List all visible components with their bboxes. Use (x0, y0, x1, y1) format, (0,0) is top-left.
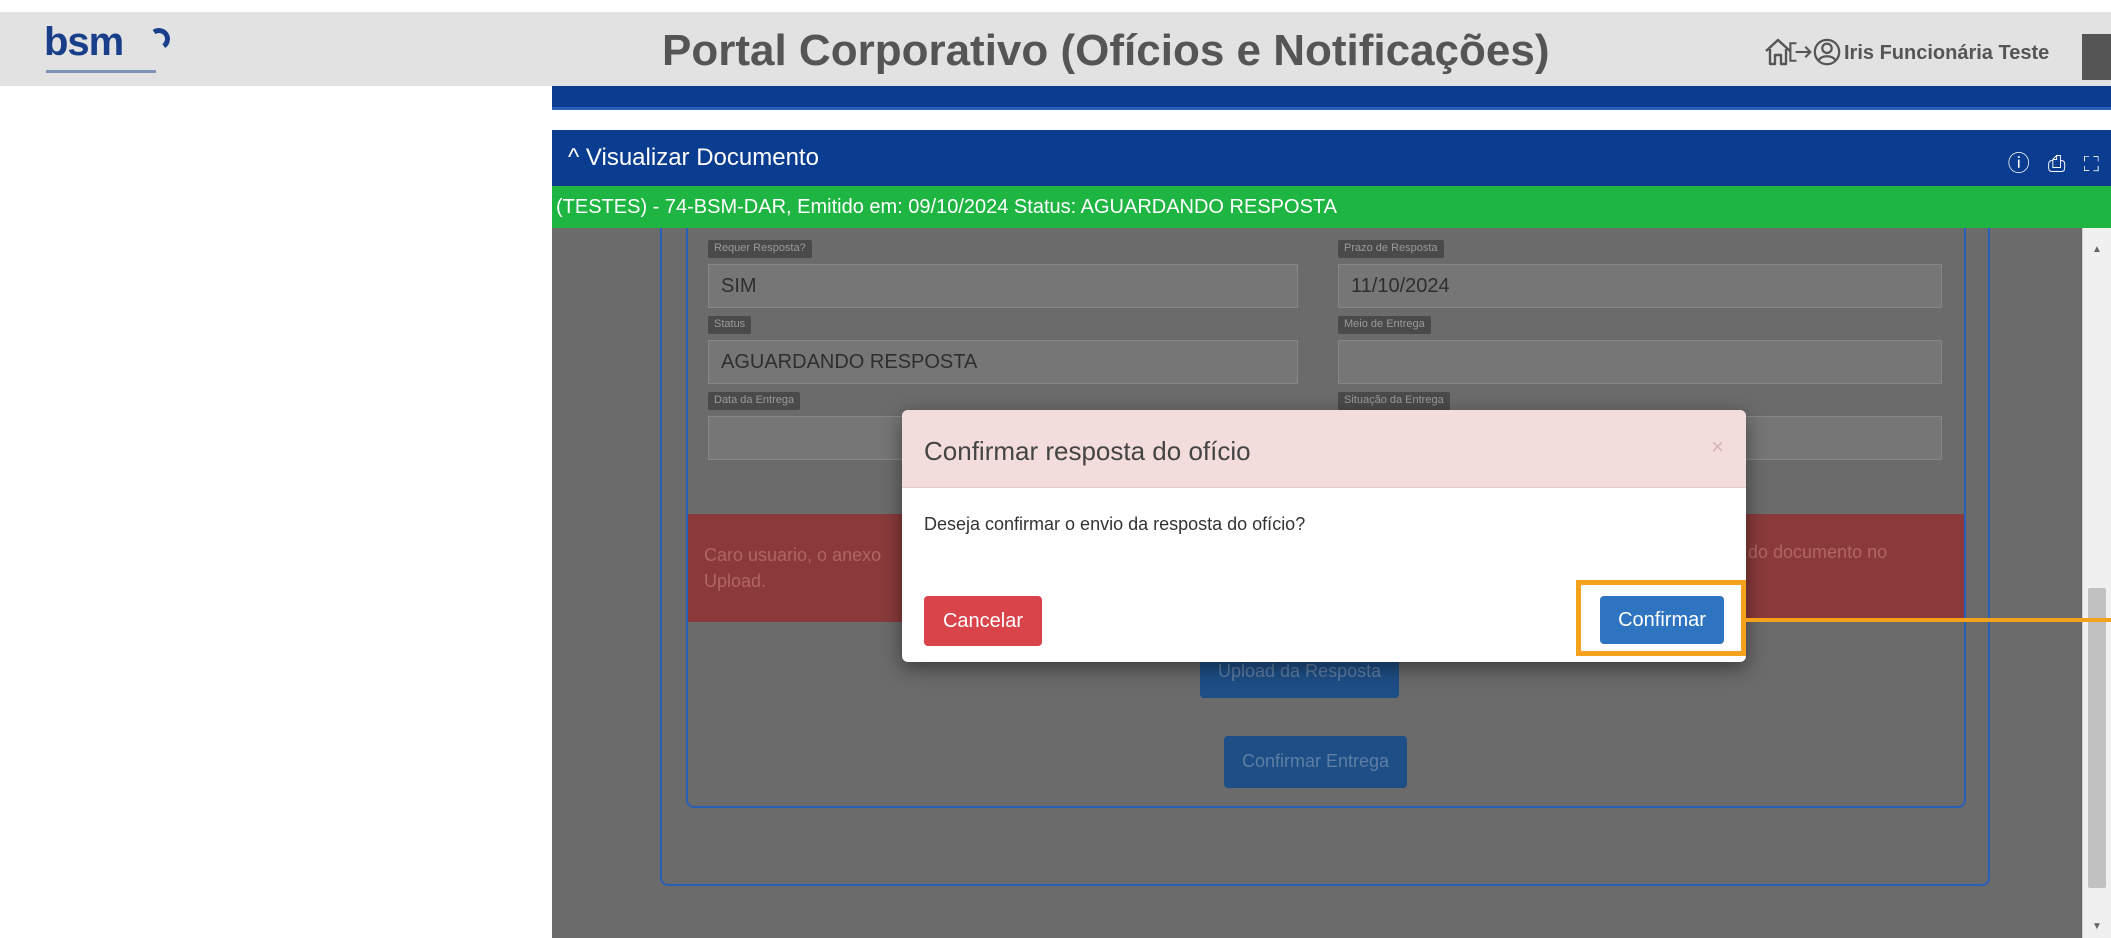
panel-tool-icons[interactable]: ⓘ ⎙ ⛶ (2008, 146, 2105, 178)
logo-tagline (46, 70, 156, 73)
requer-resposta-label: Requer Resposta? (708, 240, 812, 258)
prazo-resposta-field: 11/10/2024 (1338, 264, 1942, 308)
confirm-delivery-button: Confirmar Entrega (1224, 736, 1408, 788)
panel-title[interactable]: ^ Visualizar Documento (568, 144, 819, 172)
menu-button[interactable] (2082, 34, 2111, 80)
user-name[interactable]: Iris Funcionária Teste (1844, 42, 2049, 65)
close-icon[interactable]: × (1711, 434, 1724, 460)
data-entrega-label: Data da Entrega (708, 392, 801, 410)
app-title: Portal Corporativo (Ofícios e Notificaçõ… (662, 26, 1550, 75)
prazo-resposta-label: Prazo de Resposta (1338, 240, 1444, 258)
screen: bsm Portal Corporativo (Ofícios e Notifi… (0, 0, 2111, 938)
meio-entrega-field (1338, 340, 1942, 384)
status-field: AGUARDANDO RESPOSTA (708, 340, 1298, 384)
dialog-message: Deseja confirmar o envio da resposta do … (924, 514, 1306, 534)
situacao-entrega-label: Situação da Entrega (1338, 392, 1450, 410)
meio-entrega-label: Meio de Entrega (1338, 316, 1431, 334)
logout-icon[interactable] (1786, 36, 1814, 68)
user-circle-icon[interactable] (1812, 36, 1842, 68)
document-status-text: (TESTES) - 74-BSM-DAR, Emitido em: 09/10… (556, 196, 1337, 218)
logo-arc-icon (146, 26, 172, 52)
cancel-button[interactable]: Cancelar (924, 596, 1042, 646)
dialog-title: Confirmar resposta do ofício (924, 436, 1251, 466)
scroll-down-icon[interactable]: ▼ (2092, 921, 2102, 932)
callout-line (1746, 618, 2111, 622)
dialog-header: Confirmar resposta do ofício × (902, 410, 1746, 488)
previous-panel-footer (552, 86, 2111, 110)
scroll-thumb[interactable] (2088, 588, 2106, 888)
requer-resposta-field: SIM (708, 264, 1298, 308)
logo-text: bsm (44, 20, 124, 64)
scroll-up-icon[interactable]: ▲ (2092, 244, 2102, 255)
alert-text-left: Caro usuario, o anexo Upload. (704, 545, 882, 591)
alert-text-right: do documento no (1748, 542, 1888, 562)
top-bar: bsm Portal Corporativo (Ofícios e Notifi… (0, 12, 2111, 86)
document-status-bar: (TESTES) - 74-BSM-DAR, Emitido em: 09/10… (552, 186, 2111, 228)
confirm-button[interactable]: Confirmar (1600, 596, 1724, 644)
bsm-logo[interactable]: bsm (44, 20, 172, 74)
document-scrollbar[interactable]: ▲ ▼ (2082, 228, 2111, 938)
panel-header[interactable]: ^ Visualizar Documento ⓘ ⎙ ⛶ (552, 130, 2111, 186)
status-label: Status (708, 316, 752, 334)
